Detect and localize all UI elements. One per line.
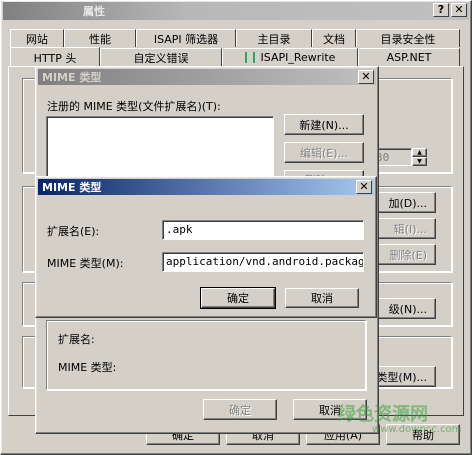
registered-mime-label: 注册的 MIME 类型(文件扩展名)(T):	[47, 100, 221, 113]
mime-edit-button[interactable]: 编辑(E)...	[284, 142, 364, 163]
tab-home-directory[interactable]: 主目录	[236, 29, 312, 47]
tab-documents[interactable]: 文档	[312, 29, 356, 47]
mime-edit-ok-label: 确定	[227, 292, 249, 305]
spinner-down-button[interactable]: ▼	[412, 157, 427, 166]
tab-isapi-filters[interactable]: ISAPI 筛选器	[136, 29, 236, 47]
tab-directory-security[interactable]: 目录安全性	[356, 29, 460, 47]
mime-edit-cancel-button[interactable]: 取消	[285, 288, 359, 308]
edit-rating-label: 级(N)...	[388, 302, 427, 316]
ext-input[interactable]: .apk	[162, 220, 364, 240]
isapi-rewrite-icon	[244, 52, 255, 63]
properties-titlebar[interactable]: 属性	[3, 2, 469, 20]
mime-edit-title: MIME 类型	[42, 181, 102, 194]
mime-types-label: 类型(M)...	[376, 370, 427, 384]
ext-label: 扩展名(E):	[47, 225, 100, 238]
mime-list-ok-button[interactable]: 确定	[203, 399, 277, 420]
mime-new-button[interactable]: 新建(N)...	[284, 114, 364, 135]
detail-mime-label: MIME 类型:	[58, 361, 117, 374]
mime-edit-label: 编辑(E)...	[299, 146, 349, 160]
tab-isapi-rewrite-label: ISAPI_Rewrite	[260, 51, 336, 64]
tab-http-headers[interactable]: HTTP 头	[10, 47, 100, 67]
mime-list-ok-label: 确定	[229, 403, 251, 417]
spinner-up-button[interactable]: ▲	[412, 148, 427, 157]
tab-website[interactable]: 网站	[10, 29, 64, 47]
detail-ext-label: 扩展名:	[58, 333, 95, 346]
mime-list-close-icon[interactable]: ✕	[358, 70, 374, 84]
help-title-button[interactable]: ?	[433, 3, 449, 17]
properties-title: 属性	[83, 5, 105, 18]
mime-list-box[interactable]	[46, 116, 274, 182]
add-button-label: 加(D)...	[388, 196, 427, 210]
tab-isapi-rewrite[interactable]: ISAPI_Rewrite	[222, 48, 358, 66]
close-icon[interactable]: ✕	[451, 3, 467, 17]
tab-performance[interactable]: 性能	[64, 29, 136, 47]
edit-button-label: 辑(I)...	[393, 222, 427, 236]
mime-edit-titlebar[interactable]: MIME 类型	[38, 179, 374, 195]
mime-new-label: 新建(N)...	[299, 118, 349, 132]
tab-custom-errors[interactable]: 自定义错误	[100, 48, 222, 66]
delete-button-label: 删除(E)	[389, 248, 427, 262]
mime-type-input[interactable]: application/vnd.android.package-a	[162, 252, 364, 272]
mime-edit-cancel-label: 取消	[311, 292, 333, 305]
tab-aspnet[interactable]: ASP.NET	[358, 48, 460, 66]
mime-list-title: MIME 类型	[42, 71, 102, 84]
mime-type-label: MIME 类型(M):	[47, 257, 124, 270]
mime-list-titlebar[interactable]: MIME 类型	[38, 69, 376, 85]
watermark-text: 绿色资源网	[338, 404, 428, 425]
mime-edit-close-icon[interactable]: ✕	[356, 180, 372, 194]
watermark-url: www.downcc.com	[372, 424, 462, 435]
mime-edit-ok-button[interactable]: 确定	[200, 287, 276, 309]
